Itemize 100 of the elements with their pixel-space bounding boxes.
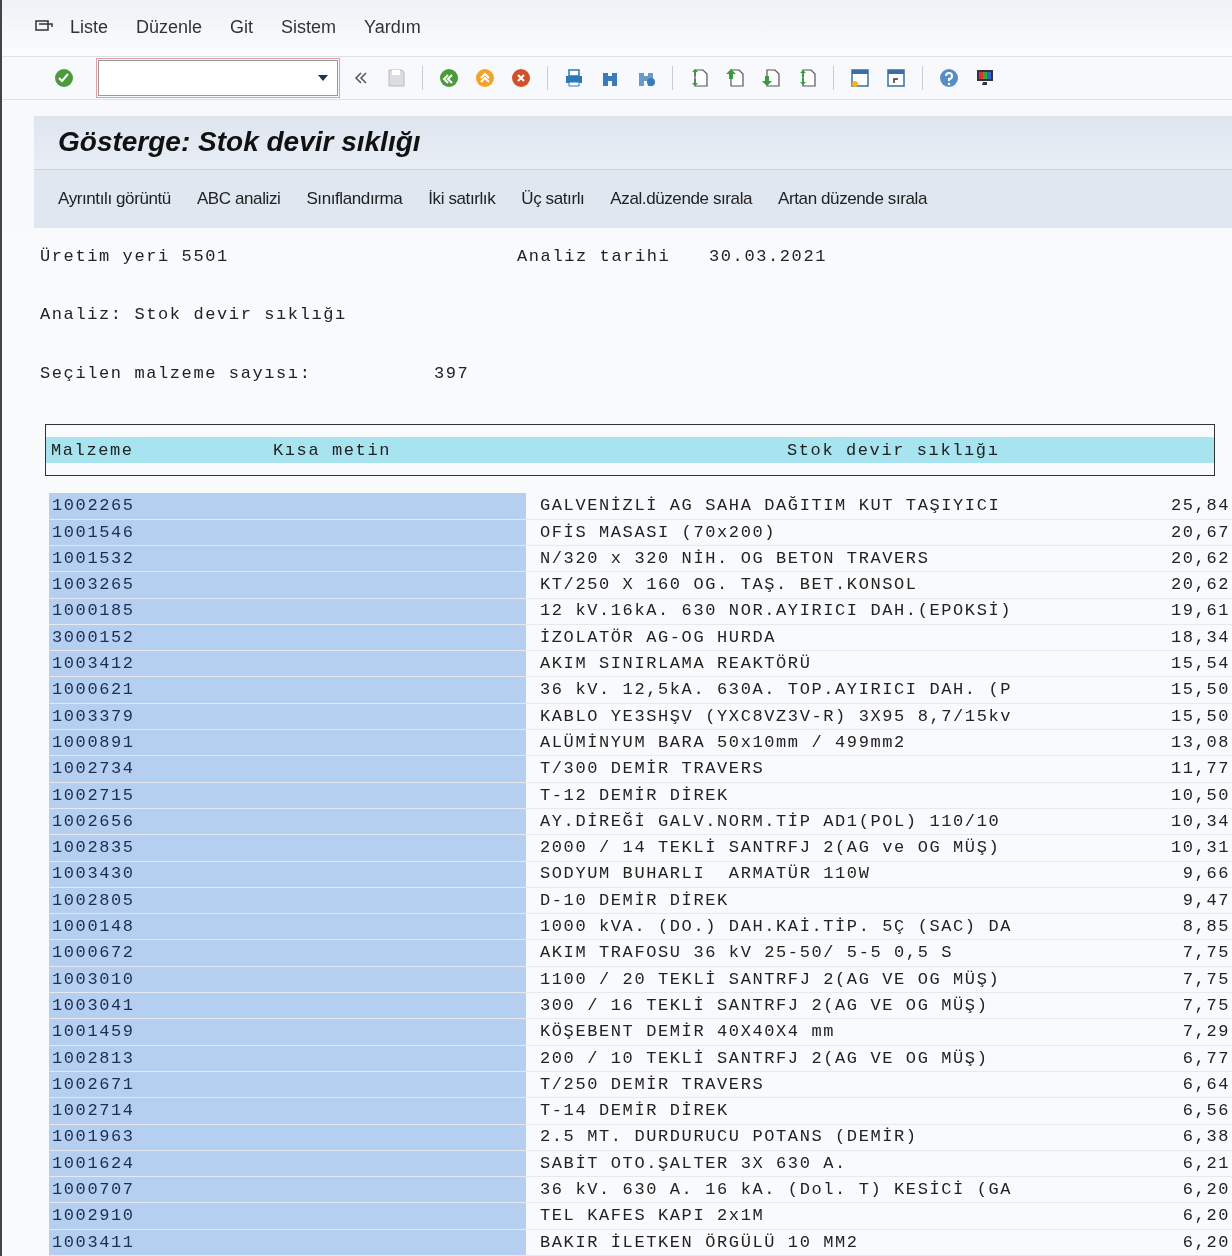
turnover-cell-text: 8,85 bbox=[1181, 916, 1231, 939]
toolbar-button[interactable]: ABC analizi bbox=[196, 186, 281, 212]
toolbar-button[interactable]: Ayrıntılı görüntü bbox=[58, 186, 171, 212]
turnover-cell-text: 19,61 bbox=[1170, 600, 1231, 623]
material-cell: 1001532 bbox=[49, 546, 526, 572]
short-text-cell-text: N/320 x 320 NİH. OG BETON TRAVERS bbox=[539, 547, 931, 570]
turnover-cell-text: 10,34 bbox=[1170, 810, 1231, 833]
analysis-label: Analiz: Stok devir sıklığı bbox=[40, 305, 347, 325]
material-cell: 1000672 bbox=[49, 940, 526, 966]
turnover-cell-text: 9,66 bbox=[1181, 863, 1231, 886]
turnover-cell-text: 13,08 bbox=[1170, 731, 1231, 754]
material-cell: 1003430 bbox=[49, 861, 526, 887]
material-cell: 1003265 bbox=[49, 572, 526, 598]
short-text-cell-text: T/250 DEMİR TRAVERS bbox=[539, 1073, 766, 1096]
material-cell: 1002734 bbox=[49, 756, 526, 782]
turnover-cell-text: 6,20 bbox=[1181, 1179, 1231, 1201]
material-cell: 1000621 bbox=[49, 677, 526, 703]
short-text-cell-text: AKIM SINIRLAMA REAKTÖRÜ bbox=[539, 653, 813, 676]
short-text-cell-text: OFİS MASASI (70x200) bbox=[539, 521, 778, 544]
toolbar-button[interactable]: Sınıflandırma bbox=[306, 186, 403, 212]
toolbar-button[interactable]: İki satırlık bbox=[428, 186, 496, 212]
short-text-cell-text: 2000 / 14 TEKLİ SANTRFJ 2(AG ve OG MÜŞ) bbox=[539, 837, 1002, 860]
toolbar-button[interactable]: Üç satırlı bbox=[521, 186, 585, 212]
short-text-cell-text: 36 kV. 12,5kA. 630A. TOP.AYIRICI DAH. (P bbox=[539, 679, 1014, 702]
material-count: 397 bbox=[434, 362, 470, 385]
column-header: Malzeme bbox=[50, 439, 135, 462]
short-text-cell-text: AY.DİREĞİ GALV.NORM.TİP AD1(POL) 110/10 bbox=[539, 810, 1002, 833]
turnover-cell-text: 10,31 bbox=[1170, 837, 1231, 860]
short-text-cell-text: T-14 DEMİR DİREK bbox=[539, 1100, 730, 1123]
short-text-cell-text: KT/250 X 160 OG. TAŞ. BET.KONSOL bbox=[539, 574, 919, 597]
material-cell: 1003412 bbox=[49, 651, 526, 677]
turnover-cell-text: 6,64 bbox=[1181, 1073, 1231, 1096]
short-text-cell-text: KABLO YE3SHŞV (YXC8VZ3V-R) 3X95 8,7/15kv bbox=[539, 705, 1014, 728]
turnover-cell-text: 7,29 bbox=[1181, 1021, 1231, 1044]
turnover-cell-text: 6,38 bbox=[1181, 1126, 1231, 1149]
short-text-cell-text: GALVENİZLİ AG SAHA DAĞITIM KUT TAŞIYICI bbox=[539, 495, 1002, 518]
turnover-cell-text: 7,75 bbox=[1181, 968, 1231, 991]
turnover-cell-text: 25,84 bbox=[1170, 495, 1231, 518]
menu-item[interactable]: Yardım bbox=[364, 14, 421, 42]
menu-item[interactable]: Liste bbox=[70, 14, 109, 42]
turnover-cell-text: 9,47 bbox=[1181, 889, 1231, 912]
menu-item[interactable]: Düzenle bbox=[136, 14, 203, 42]
analysis-date: 30.03.2021 bbox=[709, 245, 828, 268]
menu-item[interactable]: Sistem bbox=[281, 14, 337, 42]
short-text-cell-text: BAKIR İLETKEN ÖRGÜLÜ 10 MM2 bbox=[539, 1231, 860, 1254]
column-header: Kısa metin bbox=[273, 439, 393, 462]
material-cell: 1002714 bbox=[49, 1098, 526, 1124]
material-cell: 1002265 bbox=[49, 493, 526, 519]
material-cell: 1003379 bbox=[49, 703, 526, 730]
short-text-cell-text: KÖŞEBENT DEMİR 40X40X4 mm bbox=[539, 1021, 837, 1044]
short-text-cell-text: D-10 DEMİR DİREK bbox=[539, 889, 730, 912]
short-text-cell-text: 2.5 MT. DURDURUCU POTANS (DEMİR) bbox=[539, 1126, 919, 1149]
material-cell: 1000185 bbox=[49, 598, 526, 624]
turnover-cell-text: 6,56 bbox=[1181, 1100, 1231, 1123]
short-text-cell-text: 1100 / 20 TEKLİ SANTRFJ 2(AG VE OG MÜŞ) bbox=[539, 968, 1002, 991]
material-cell: 1001459 bbox=[49, 1019, 526, 1045]
turnover-cell-text: 6,20 bbox=[1181, 1231, 1231, 1254]
short-text-cell-text: 12 kV.16kA. 630 NOR.AYIRICI DAH.(EPOKSİ) bbox=[539, 600, 1014, 623]
turnover-cell-text: 11,77 bbox=[1170, 758, 1231, 781]
turnover-cell-text: 15,50 bbox=[1170, 705, 1231, 728]
short-text-cell-text: 200 / 10 TEKLİ SANTRFJ 2(AG VE OG MÜŞ) bbox=[539, 1047, 990, 1070]
turnover-cell-text: 18,34 bbox=[1170, 626, 1231, 649]
material-cell: 1002910 bbox=[49, 1203, 526, 1229]
short-text-cell-text: 36 kV. 630 A. 16 kA. (Dol. T) KESİCİ (GA bbox=[539, 1179, 1014, 1201]
turnover-cell-text: 6,21 bbox=[1181, 1152, 1231, 1175]
toolbar-button[interactable]: Artan düzende sırala bbox=[778, 186, 927, 212]
material-cell: 1000891 bbox=[49, 730, 526, 756]
material-cell: 1003411 bbox=[49, 1229, 526, 1255]
short-text-cell-text: İZOLATÖR AG-OG HURDA bbox=[539, 626, 778, 649]
short-text-cell-text: TEL KAFES KAPI 2x1M bbox=[539, 1205, 766, 1228]
material-cell: 1001963 bbox=[49, 1124, 526, 1150]
material-cell: 1002813 bbox=[49, 1045, 526, 1071]
turnover-cell-text: 20,62 bbox=[1170, 574, 1231, 597]
short-text-cell-text: SABİT OTO.ŞALTER 3X 630 A. bbox=[539, 1152, 848, 1175]
short-text-cell-text: 1000 kVA. (DO.) DAH.KAİ.TİP. 5Ç (SAC) DA bbox=[539, 916, 1014, 939]
material-cell: 1002671 bbox=[49, 1071, 526, 1098]
short-text-cell-text: SODYUM BUHARLI ARMATÜR 110W bbox=[539, 863, 872, 886]
toolbar-button[interactable]: Azal.düzende sırala bbox=[610, 186, 753, 212]
material-cell: 1000707 bbox=[49, 1177, 526, 1203]
turnover-cell-text: 20,62 bbox=[1170, 547, 1231, 570]
turnover-cell-text: 7,75 bbox=[1181, 994, 1231, 1017]
count-label: Seçilen malzeme sayısı: bbox=[40, 362, 313, 385]
material-cell: 1003041 bbox=[49, 993, 526, 1019]
short-text-cell-text: 300 / 16 TEKLİ SANTRFJ 2(AG VE OG MÜŞ) bbox=[539, 994, 990, 1017]
dropdown-caret-icon[interactable] bbox=[317, 73, 329, 82]
command-field[interactable] bbox=[98, 59, 338, 96]
short-text-cell-text: ALÜMİNYUM BARA 50x10mm / 499mm2 bbox=[539, 731, 907, 754]
material-cell: 1000148 bbox=[49, 914, 526, 940]
turnover-cell-text: 6,77 bbox=[1181, 1047, 1231, 1070]
turnover-cell-text: 15,50 bbox=[1170, 679, 1231, 702]
plant-label: Üretim yeri 5501 bbox=[40, 245, 230, 268]
date-label: Analiz tarihi bbox=[517, 245, 672, 268]
turnover-cell-text: 7,75 bbox=[1181, 942, 1231, 965]
turnover-cell-text: 6,20 bbox=[1181, 1205, 1231, 1228]
material-cell: 1002715 bbox=[49, 782, 526, 808]
short-text-cell-text: AKIM TRAFOSU 36 kV 25-50/ 5-5 0,5 S bbox=[539, 942, 955, 965]
material-cell: 1001546 bbox=[49, 519, 526, 545]
menu-item[interactable]: Git bbox=[230, 14, 254, 42]
short-text-cell-text: T-12 DEMİR DİREK bbox=[539, 784, 730, 807]
turnover-cell-text: 15,54 bbox=[1170, 653, 1231, 676]
